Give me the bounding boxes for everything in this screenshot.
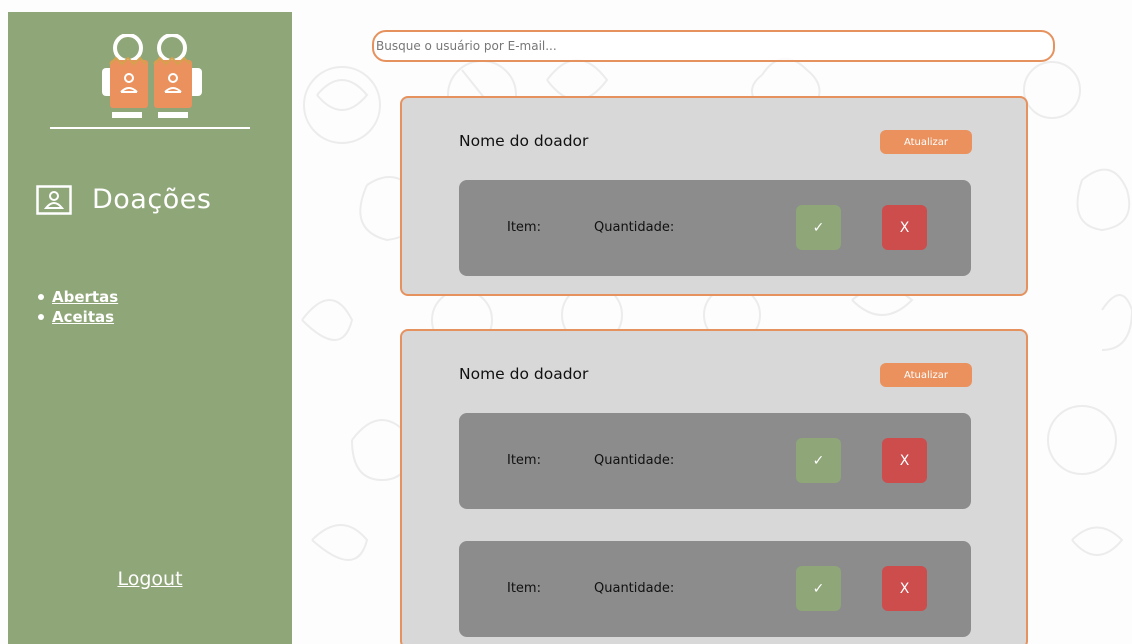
two-food-bags-logo-icon xyxy=(102,34,202,118)
accept-check-button[interactable]: ✓ xyxy=(796,566,841,611)
donor-name-label: Nome do doador xyxy=(459,132,589,150)
nav-item-abertas: Abertas xyxy=(38,288,118,306)
update-button[interactable]: Atualizar xyxy=(880,363,972,387)
bullet xyxy=(38,314,44,320)
sidebar: Doações Abertas Aceitas Logout xyxy=(8,12,292,644)
donation-item-row: Item: Quantidade: ✓ X xyxy=(459,413,971,509)
nav-link-abertas[interactable]: Abertas xyxy=(52,288,118,306)
nav-item-aceitas: Aceitas xyxy=(38,308,118,326)
bullet xyxy=(38,294,44,300)
app-page: Doações Abertas Aceitas Logout Nome do d… xyxy=(0,0,1132,644)
item-label: Item: xyxy=(507,581,541,596)
reject-x-button[interactable]: X xyxy=(882,438,927,483)
user-card-icon xyxy=(36,184,72,215)
accept-check-button[interactable]: ✓ xyxy=(796,205,841,250)
donation-card: Nome do doador Atualizar Item: Quantidad… xyxy=(400,329,1028,644)
reject-x-button[interactable]: X xyxy=(882,205,927,250)
accept-check-button[interactable]: ✓ xyxy=(796,438,841,483)
quantity-label: Quantidade: xyxy=(594,220,675,235)
quantity-label: Quantidade: xyxy=(594,453,675,468)
item-label: Item: xyxy=(507,453,541,468)
reject-x-button[interactable]: X xyxy=(882,566,927,611)
donor-name-label: Nome do doador xyxy=(459,365,589,383)
item-label: Item: xyxy=(507,220,541,235)
donation-item-row: Item: Quantidade: ✓ X xyxy=(459,180,971,276)
sidebar-nav: Abertas Aceitas xyxy=(38,288,118,328)
donation-card: Nome do doador Atualizar Item: Quantidad… xyxy=(400,96,1028,296)
quantity-label: Quantidade: xyxy=(594,581,675,596)
section-title: Doações xyxy=(36,184,211,215)
section-label: Doações xyxy=(92,184,212,215)
update-button[interactable]: Atualizar xyxy=(880,130,972,154)
sidebar-divider xyxy=(50,127,250,129)
nav-link-aceitas[interactable]: Aceitas xyxy=(52,308,114,326)
logout-link[interactable]: Logout xyxy=(8,568,292,590)
donation-item-row: Item: Quantidade: ✓ X xyxy=(459,541,971,637)
search-input[interactable] xyxy=(372,30,1055,62)
